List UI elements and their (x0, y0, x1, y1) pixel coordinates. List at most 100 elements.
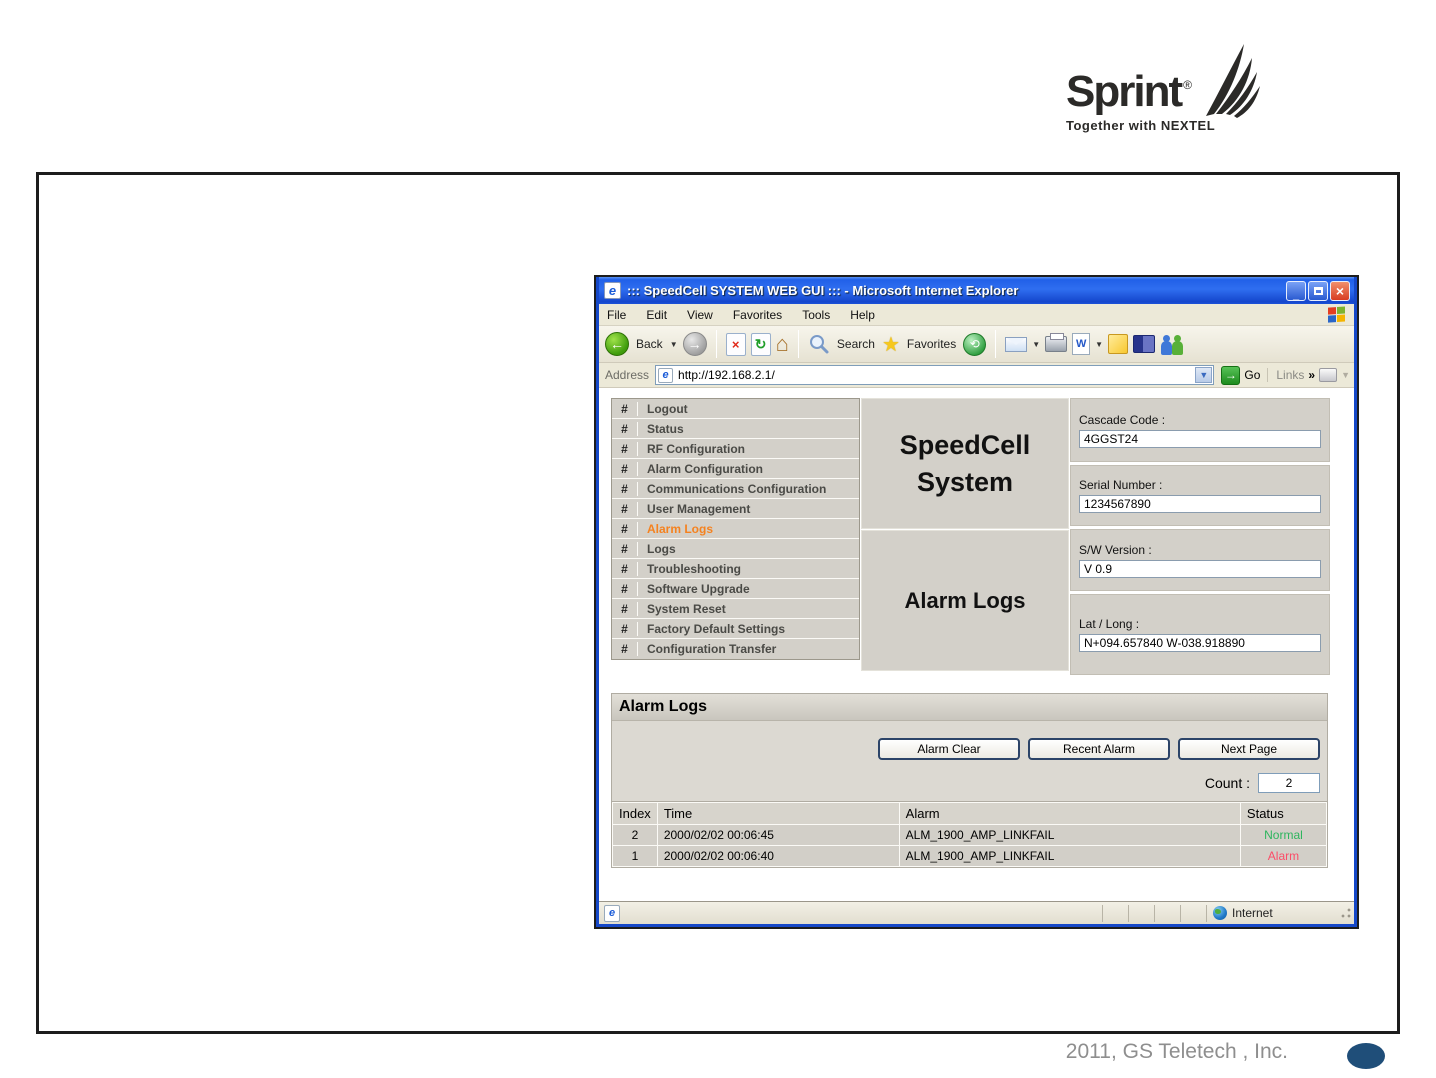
system-title: SpeedCell System (861, 398, 1069, 529)
windows-logo-icon (1328, 305, 1346, 323)
serial-number-label: Serial Number : (1079, 478, 1163, 492)
header-status: Status (1240, 803, 1326, 824)
messenger-icon[interactable] (1160, 333, 1184, 355)
status-badge: Normal (1240, 825, 1326, 845)
count-label: Count : (1204, 775, 1250, 791)
lat-long-field[interactable]: N+094.657840 W-038.918890 (1079, 634, 1321, 652)
window-title: ::: SpeedCell SYSTEM WEB GUI ::: - Micro… (627, 283, 1019, 298)
snagit-icon[interactable] (1319, 368, 1338, 382)
sidebar-item-rf-configuration[interactable]: # RF Configuration (612, 439, 859, 459)
sidebar-item-configuration-transfer[interactable]: # Configuration Transfer (612, 639, 859, 659)
back-dropdown-icon[interactable]: ▼ (670, 340, 678, 349)
status-badge: Alarm (1240, 846, 1326, 866)
page-content: # Logout # Status # RF Configuration # Alarm… (599, 388, 1354, 901)
footer-credit: 2011, GS Teletech , Inc. (1065, 1040, 1288, 1063)
address-bar: Address e http://192.168.2.1/ ▼ → Go Lin… (599, 363, 1354, 388)
sidebar-item-user-management[interactable]: # User Management (612, 499, 859, 519)
address-input[interactable]: e http://192.168.2.1/ ▼ (655, 365, 1215, 385)
discuss-icon[interactable] (1108, 334, 1129, 354)
search-label[interactable]: Search (837, 337, 875, 351)
alarm-log-table: Index Time Alarm Status 2 2000/02/02 00:… (612, 801, 1327, 867)
home-icon[interactable]: ⌂ (776, 333, 789, 355)
maximize-button[interactable] (1308, 280, 1328, 301)
menu-help[interactable]: Help (850, 308, 875, 322)
lat-long-group: Lat / Long : N+094.657840 W-038.918890 (1070, 594, 1330, 675)
recent-alarm-button[interactable]: Recent Alarm (1028, 738, 1170, 760)
serial-number-group: Serial Number : 1234567890 (1070, 465, 1330, 526)
status-bar: e Internet (599, 901, 1354, 924)
next-page-button[interactable]: Next Page (1178, 738, 1320, 760)
links-chevron-icon[interactable]: » (1308, 368, 1315, 382)
menu-favorites[interactable]: Favorites (733, 308, 782, 322)
mail-icon[interactable] (1005, 336, 1028, 352)
window-titlebar[interactable]: e ::: SpeedCell SYSTEM WEB GUI ::: - Mic… (599, 277, 1354, 304)
alarm-clear-button[interactable]: Alarm Clear (878, 738, 1020, 760)
header-index: Index (613, 803, 657, 824)
cascade-code-group: Cascade Code : 4GGST24 (1070, 398, 1330, 462)
resize-grip[interactable] (1340, 907, 1352, 919)
search-icon[interactable] (808, 333, 830, 355)
sw-version-field[interactable]: V 0.9 (1079, 559, 1321, 578)
cascade-code-field[interactable]: 4GGST24 (1079, 429, 1321, 448)
internet-zone-label: Internet (1232, 906, 1273, 920)
go-button[interactable]: → Go (1221, 365, 1260, 385)
minimize-button[interactable]: _ (1286, 280, 1306, 301)
address-url[interactable]: http://192.168.2.1/ (678, 368, 1195, 382)
address-page-icon: e (658, 367, 674, 383)
cell-alarm: ALM_1900_AMP_LINKFAIL (899, 825, 1240, 845)
header-time: Time (657, 803, 899, 824)
sidebar-item-alarm-configuration[interactable]: # Alarm Configuration (612, 459, 859, 479)
favorites-label[interactable]: Favorites (907, 337, 956, 351)
serial-number-field[interactable]: 1234567890 (1079, 495, 1321, 513)
close-button[interactable]: × (1330, 280, 1350, 301)
table-header-row: Index Time Alarm Status (613, 803, 1326, 824)
lat-long-label: Lat / Long : (1079, 617, 1140, 631)
menu-bar: File Edit View Favorites Tools Help (599, 304, 1354, 326)
slide: Sprint ® Together with NEXTEL e ::: Spee… (0, 0, 1436, 1078)
sidebar-item-logout[interactable]: # Logout (612, 399, 859, 419)
address-dropdown-icon[interactable]: ▼ (1195, 367, 1213, 383)
table-row: 1 2000/02/02 00:06:40 ALM_1900_AMP_LINKF… (613, 846, 1326, 866)
sprint-registered-mark: ® (1183, 78, 1192, 92)
menu-view[interactable]: View (687, 308, 713, 322)
sprint-brand-text: Sprint (1066, 67, 1183, 116)
history-icon[interactable]: ⟲ (963, 332, 987, 356)
sidebar-nav: # Logout # Status # RF Configuration # Alarm… (611, 398, 860, 660)
menu-file[interactable]: File (607, 308, 626, 322)
cell-index: 1 (613, 846, 657, 866)
toolbar: ← Back ▼ → × ↻ ⌂ Search ★ Favorites ⟲ ▼ … (599, 326, 1354, 363)
refresh-icon[interactable]: ↻ (750, 332, 771, 356)
ie-logo-icon: e (604, 282, 621, 299)
edit-dropdown-icon[interactable]: ▼ (1095, 340, 1103, 349)
sprint-logo: Sprint ® Together with NEXTEL (1066, 36, 1366, 133)
sidebar-item-logs[interactable]: # Logs (612, 539, 859, 559)
address-label: Address (605, 368, 650, 382)
edit-icon[interactable]: W (1072, 333, 1091, 355)
sidebar-item-alarm-logs[interactable]: # Alarm Logs (612, 519, 859, 539)
research-icon[interactable] (1133, 335, 1156, 353)
sw-version-group: S/W Version : V 0.9 (1070, 529, 1330, 591)
menu-tools[interactable]: Tools (802, 308, 830, 322)
mail-dropdown-icon[interactable]: ▼ (1032, 340, 1040, 349)
sprint-wing-icon (1205, 44, 1260, 118)
print-icon[interactable] (1045, 333, 1068, 352)
links-label[interactable]: Links (1276, 368, 1304, 382)
sidebar-item-system-reset[interactable]: # System Reset (612, 599, 859, 619)
cell-time: 2000/02/02 00:06:40 (657, 846, 899, 866)
sidebar-item-troubleshooting[interactable]: # Troubleshooting (612, 559, 859, 579)
header-alarm: Alarm (899, 803, 1240, 824)
sw-version-label: S/W Version : (1079, 542, 1152, 557)
alarm-logs-section: Alarm Logs Alarm Clear Recent Alarm Next… (611, 693, 1328, 868)
sidebar-item-software-upgrade[interactable]: # Software Upgrade (612, 579, 859, 599)
favorites-icon[interactable]: ★ (882, 332, 900, 357)
sidebar-item-communications-configuration[interactable]: # Communications Configuration (612, 479, 859, 499)
back-icon[interactable]: ← (605, 332, 629, 356)
forward-icon[interactable]: → (682, 332, 707, 356)
count-input[interactable] (1258, 773, 1320, 793)
back-label[interactable]: Back (636, 337, 663, 351)
sidebar-item-factory-default-settings[interactable]: # Factory Default Settings (612, 619, 859, 639)
sidebar-item-status[interactable]: # Status (612, 419, 859, 439)
stop-icon[interactable]: × (725, 332, 746, 356)
context-title: Alarm Logs (861, 530, 1069, 671)
menu-edit[interactable]: Edit (646, 308, 667, 322)
